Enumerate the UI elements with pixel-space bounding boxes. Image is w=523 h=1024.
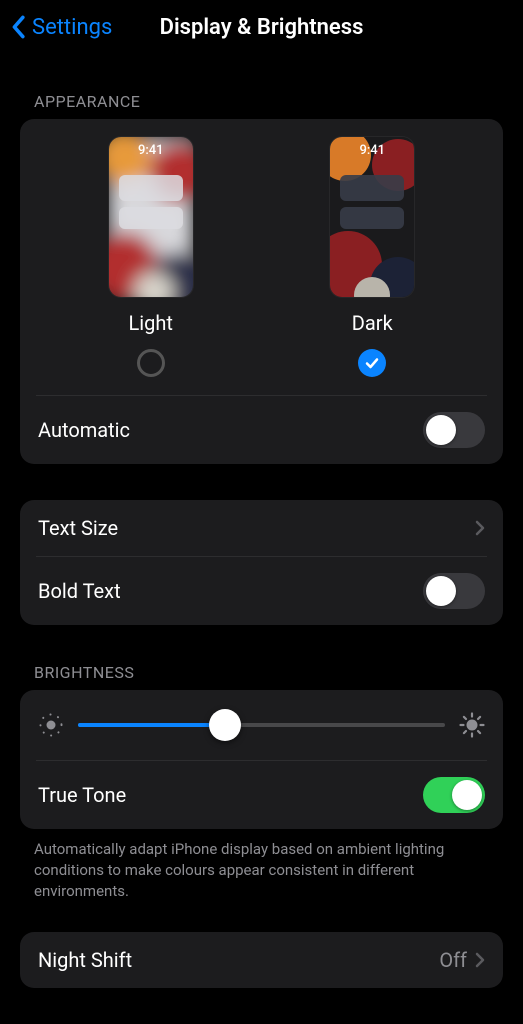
automatic-switch[interactable] xyxy=(423,412,485,448)
nav-bar: Settings Display & Brightness xyxy=(0,0,523,54)
back-label: Settings xyxy=(32,15,112,40)
preview-time: 9:41 xyxy=(330,143,414,158)
preview-widget xyxy=(340,207,404,229)
preview-widget xyxy=(119,207,183,229)
preview-time: 9:41 xyxy=(109,143,193,158)
chevron-right-icon xyxy=(475,520,485,536)
text-group: Text Size Bold Text xyxy=(20,500,503,625)
appearance-option-dark[interactable]: 9:41 Dark xyxy=(262,137,484,377)
text-size-row[interactable]: Text Size xyxy=(20,500,503,556)
brightness-slider-row xyxy=(20,690,503,760)
night-shift-row[interactable]: Night Shift Off xyxy=(20,932,503,988)
bold-text-row[interactable]: Bold Text xyxy=(20,557,503,625)
chevron-left-icon xyxy=(10,15,26,39)
appearance-light-label: Light xyxy=(129,311,173,335)
appearance-dark-radio[interactable] xyxy=(358,349,386,377)
appearance-dark-label: Dark xyxy=(352,311,393,335)
brightness-slider-thumb[interactable] xyxy=(209,709,241,741)
true-tone-label: True Tone xyxy=(38,783,126,807)
night-shift-value: Off xyxy=(439,948,467,972)
automatic-label: Automatic xyxy=(38,418,130,442)
appearance-options: 9:41 Light 9:41 Dark xyxy=(20,119,503,395)
checkmark-icon xyxy=(364,355,380,371)
night-shift-group: Night Shift Off xyxy=(20,932,503,988)
bold-text-switch[interactable] xyxy=(423,573,485,609)
true-tone-footnote: Automatically adapt iPhone display based… xyxy=(0,829,523,902)
text-size-label: Text Size xyxy=(38,516,118,540)
preview-widget xyxy=(340,175,404,201)
appearance-group: 9:41 Light 9:41 Dark xyxy=(20,119,503,464)
bold-text-label: Bold Text xyxy=(38,579,121,603)
preview-widget xyxy=(119,175,183,201)
true-tone-switch[interactable] xyxy=(423,777,485,813)
appearance-section-label: APPEARANCE xyxy=(0,54,523,119)
brightness-high-icon xyxy=(459,712,485,738)
automatic-row[interactable]: Automatic xyxy=(20,396,503,464)
appearance-light-radio[interactable] xyxy=(137,349,165,377)
night-shift-label: Night Shift xyxy=(38,948,132,972)
brightness-group: True Tone xyxy=(20,690,503,829)
appearance-option-light[interactable]: 9:41 Light xyxy=(40,137,262,377)
brightness-low-icon xyxy=(38,712,64,738)
back-button[interactable]: Settings xyxy=(0,15,112,40)
brightness-section-label: BRIGHTNESS xyxy=(0,625,523,690)
true-tone-row[interactable]: True Tone xyxy=(20,761,503,829)
light-preview: 9:41 xyxy=(109,137,193,297)
brightness-slider[interactable] xyxy=(78,723,445,727)
dark-preview: 9:41 xyxy=(330,137,414,297)
chevron-right-icon xyxy=(475,952,485,968)
